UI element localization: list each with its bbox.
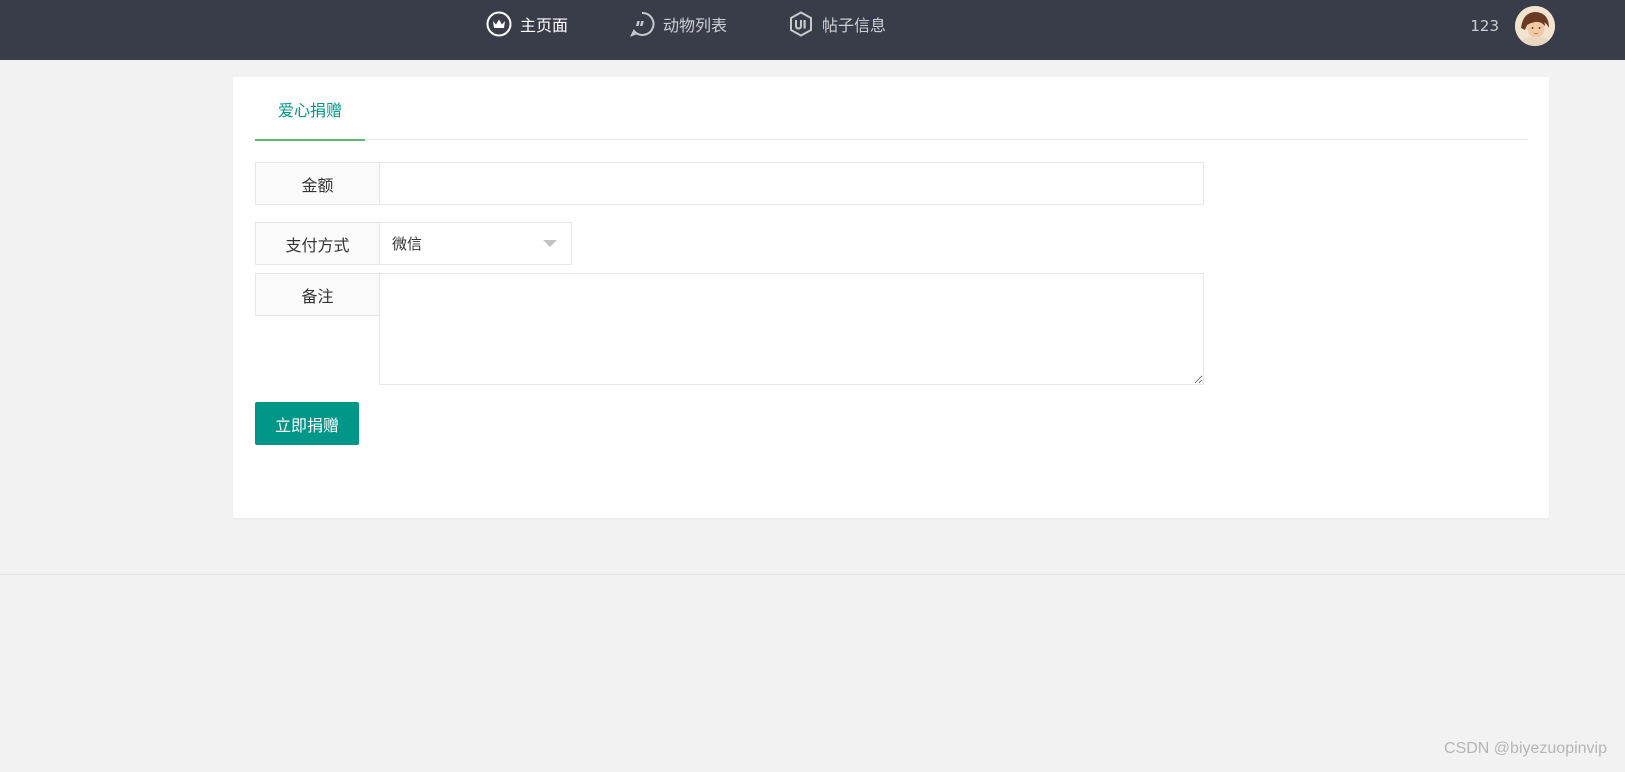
crown-icon [486, 11, 512, 37]
user-menu[interactable]: 123 [1470, 0, 1555, 52]
donate-now-button[interactable]: 立即捐赠 [255, 402, 359, 445]
amount-row: 金额 [255, 162, 1204, 205]
donation-card: 爱心捐赠 金额 支付方式 微信 备注 立即捐赠 [233, 77, 1549, 518]
note-label: 备注 [255, 273, 379, 316]
top-navigation-bar: 主页面 动物列表 帖子信息 123 [0, 0, 1625, 60]
nav-item-label: 帖子信息 [822, 16, 887, 35]
chat-bubble-icon [629, 11, 655, 37]
avatar[interactable] [1515, 6, 1555, 46]
nav-item-label: 动物列表 [663, 16, 728, 35]
nav-item-animals[interactable]: 动物列表 [629, 0, 727, 48]
watermark: CSDN @biyezuopinvip [1444, 740, 1607, 757]
note-row: 备注 [255, 273, 1204, 385]
ui-hexagon-icon [788, 11, 814, 37]
nav-item-posts[interactable]: 帖子信息 [788, 0, 886, 48]
amount-label: 金额 [255, 162, 379, 205]
nav-item-label: 主页面 [520, 16, 569, 35]
payment-method-select[interactable]: 微信 [379, 222, 572, 265]
payment-method-label: 支付方式 [255, 222, 379, 265]
amount-input[interactable] [379, 162, 1204, 205]
nav-item-home[interactable]: 主页面 [486, 0, 568, 48]
chevron-down-icon [543, 240, 557, 247]
payment-method-value: 微信 [392, 235, 423, 253]
footer-divider [0, 574, 1625, 575]
note-textarea[interactable] [379, 273, 1204, 385]
tab-donation[interactable]: 爱心捐赠 [255, 77, 366, 141]
tab-label: 爱心捐赠 [278, 100, 343, 120]
username: 123 [1470, 17, 1499, 35]
tab-bar: 爱心捐赠 [255, 77, 1527, 141]
payment-method-row: 支付方式 微信 [255, 222, 572, 265]
